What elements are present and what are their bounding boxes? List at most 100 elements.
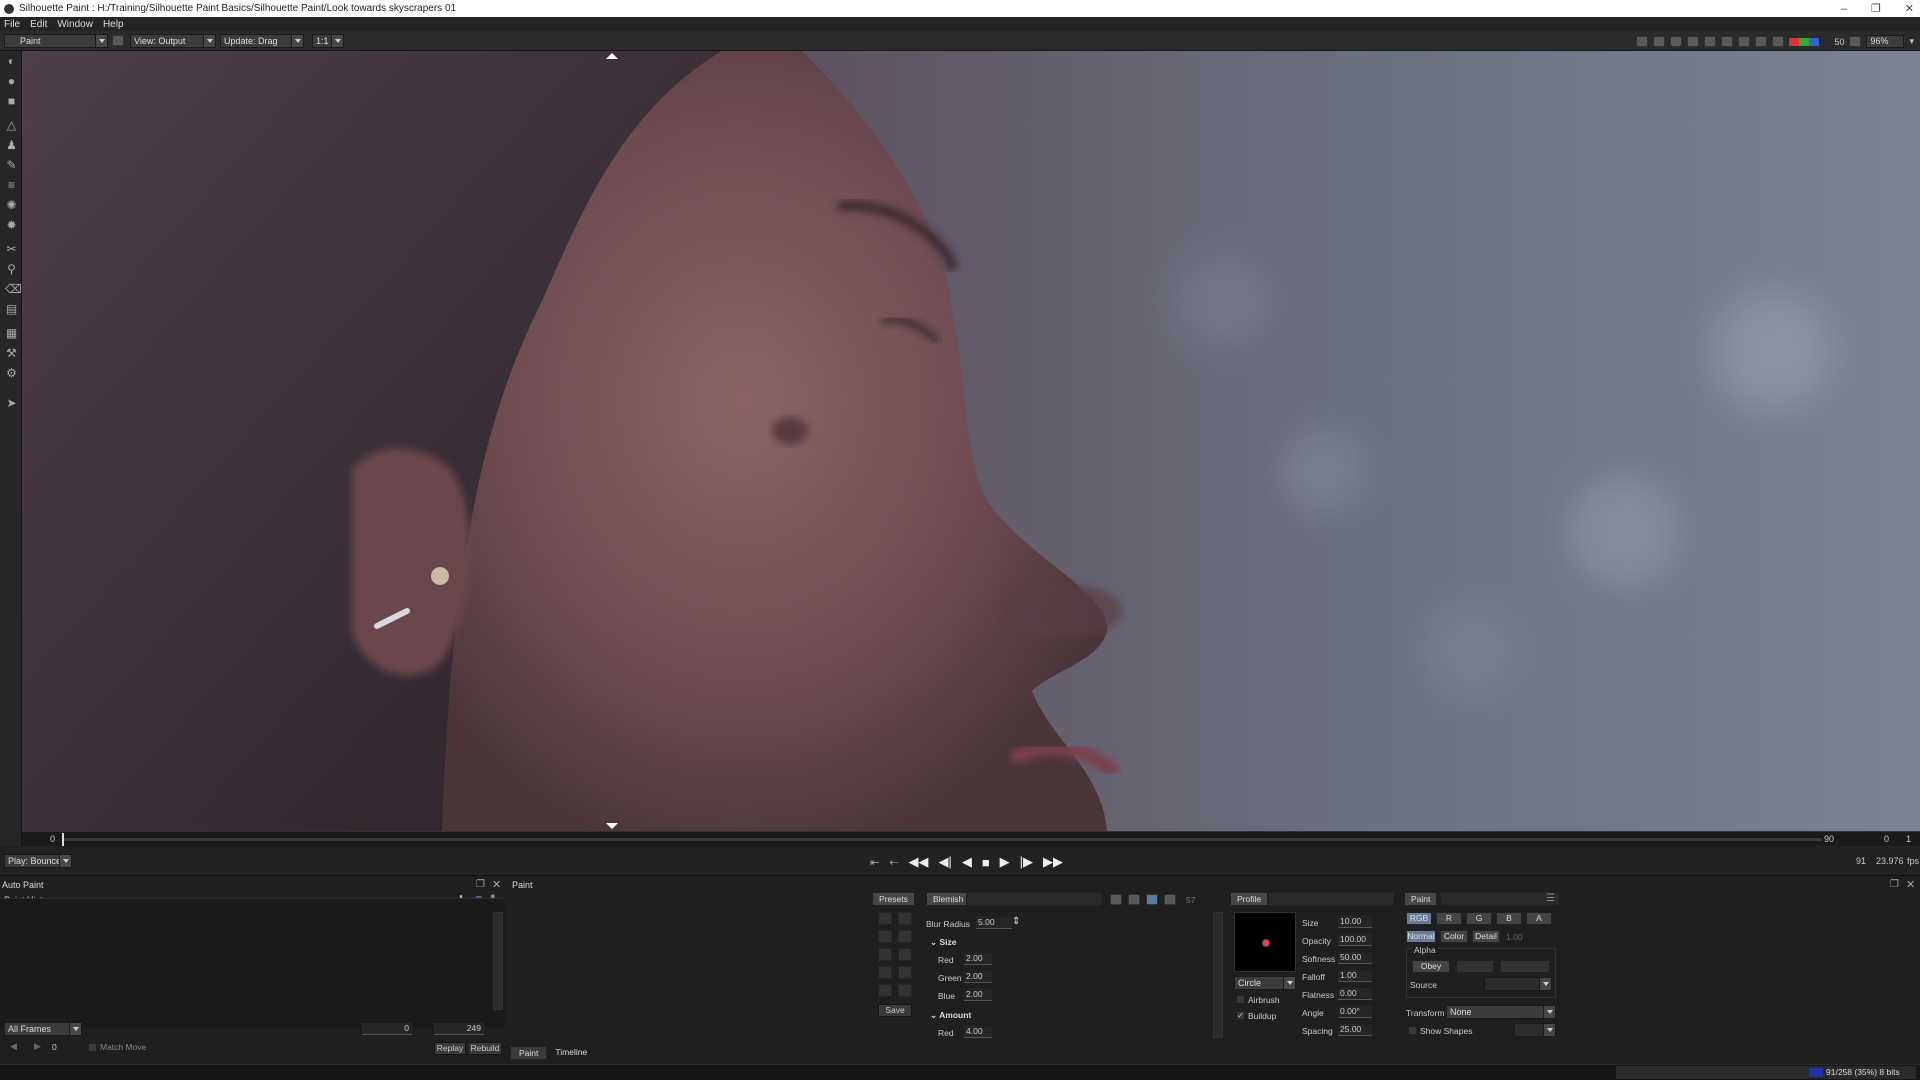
channel-color-icon[interactable] [1789, 37, 1820, 46]
view-dropdown[interactable]: View: Output [130, 34, 216, 48]
obey-button[interactable]: Obey [1412, 960, 1450, 973]
tool-icon[interactable] [1110, 894, 1122, 905]
playhead[interactable] [62, 833, 64, 846]
clone-stamp-icon[interactable]: ♟ [5, 139, 18, 152]
eraser-icon[interactable]: ⌫ [5, 283, 22, 296]
update-dropdown[interactable]: Update: Drag [220, 34, 304, 48]
blur-radius-field[interactable]: 5.00 [976, 917, 1012, 929]
image-icon[interactable] [1772, 36, 1785, 47]
channel-a-button[interactable]: A [1526, 912, 1552, 925]
proxy-icon[interactable] [1738, 36, 1751, 47]
fps-value[interactable]: 23.976 [1876, 856, 1904, 866]
brush-icon[interactable]: ✎ [5, 159, 18, 172]
play-mode-dropdown[interactable]: Play: Bounce [4, 854, 72, 868]
dropper-icon[interactable]: ⚲ [5, 263, 18, 276]
channel-g-button[interactable]: G [1466, 912, 1492, 925]
tab-profile[interactable]: Profile [1230, 892, 1269, 906]
preset-slot[interactable] [878, 966, 892, 979]
channel-r-button[interactable]: R [1436, 912, 1462, 925]
smear-icon[interactable]: ≡ [5, 179, 18, 192]
minimize-button[interactable]: – [1841, 3, 1847, 15]
size-blue-field[interactable]: 2.00 [964, 989, 992, 1001]
timeline-track[interactable] [62, 838, 1822, 841]
menu-window[interactable]: Window [57, 19, 93, 30]
mode-dropdown[interactable]: Paint [4, 34, 108, 48]
params-scrollbar[interactable] [1213, 912, 1223, 1038]
stop-icon[interactable]: ■ [982, 855, 990, 870]
stepper-icon[interactable]: ⇕ [1012, 916, 1020, 927]
preset-slot[interactable] [898, 984, 912, 997]
panel-menu-icon[interactable]: ☰ [1546, 893, 1555, 904]
normal-mode-button[interactable]: Normal [1406, 930, 1436, 943]
tab-paint-channels[interactable]: Paint [1404, 892, 1438, 906]
float-panel-icon[interactable]: ❐ [476, 879, 485, 890]
globe-icon[interactable]: ● [5, 75, 18, 88]
fit-icon[interactable] [1721, 36, 1734, 47]
show-shapes-checkbox[interactable] [1408, 1026, 1417, 1035]
overlay-icon[interactable] [112, 35, 124, 46]
grid-icon[interactable]: ▦ [5, 327, 18, 340]
detail-mode-button[interactable]: Detail [1472, 930, 1500, 943]
preset-slot[interactable] [898, 948, 912, 961]
save-preset-button[interactable]: Save [878, 1004, 912, 1017]
prev-key-icon[interactable]: ⇠ [889, 856, 898, 869]
tool-icon[interactable] [1164, 894, 1176, 905]
sharpen-icon[interactable]: ✹ [5, 219, 18, 232]
range-start-field[interactable]: 0 [362, 1023, 412, 1035]
zoom-icon[interactable] [1687, 36, 1700, 47]
go-start-icon[interactable]: ⇤ [870, 856, 879, 869]
spacing-field[interactable]: 25.00 [1338, 1024, 1372, 1036]
next-frame-icon[interactable]: ▶ [34, 1041, 41, 1052]
restore-button[interactable]: ❐ [1871, 2, 1881, 15]
channel-rgb-button[interactable]: RGB [1406, 912, 1432, 925]
blur-icon[interactable]: ✺ [5, 199, 18, 212]
region-icon[interactable] [1704, 36, 1717, 47]
preset-slot[interactable] [878, 984, 892, 997]
frame-field[interactable]: 0 [52, 1042, 57, 1052]
buildup-checkbox[interactable]: ✓ [1236, 1011, 1245, 1020]
menu-help[interactable]: Help [103, 19, 124, 30]
alpha-option-button[interactable] [1500, 960, 1550, 973]
range-end-field[interactable]: 249 [434, 1023, 484, 1035]
fast-forward-icon[interactable]: ▶▶ [1043, 854, 1063, 870]
image-viewer[interactable] [22, 51, 1920, 831]
brush-shape-dropdown[interactable]: Circle [1234, 976, 1296, 990]
zoom-dropdown[interactable]: 96% [1866, 35, 1905, 48]
source-dropdown[interactable] [1484, 977, 1552, 991]
replay-button[interactable]: Replay [434, 1042, 466, 1055]
pointer-icon[interactable]: ➤ [5, 397, 18, 410]
contrast-icon[interactable]: ◐ [5, 55, 18, 68]
tab-timeline[interactable]: Timeline [547, 1046, 595, 1060]
camera-icon[interactable] [1636, 36, 1649, 47]
prev-frame-icon[interactable]: ◀ [10, 1041, 17, 1052]
scissors-icon[interactable]: ✂ [5, 243, 18, 256]
tab-blemish[interactable]: Blemish [926, 892, 971, 906]
preset-slot[interactable] [898, 912, 912, 925]
tool-icon[interactable] [1146, 894, 1158, 905]
size-section-header[interactable]: ⌄ Size [930, 937, 957, 948]
gear-icon[interactable]: ⚙ [5, 367, 18, 380]
falloff-field[interactable]: 1.00 [1338, 970, 1372, 982]
current-frame[interactable]: 91 [1856, 856, 1866, 866]
play-reverse-icon[interactable]: ◀ [962, 854, 972, 870]
step-back-icon[interactable]: ◀| [938, 854, 951, 870]
close-panel-icon[interactable]: ✕ [1906, 878, 1915, 891]
airbrush-checkbox[interactable] [1236, 995, 1245, 1004]
close-button[interactable]: ✕ [1905, 2, 1914, 15]
opacity-field[interactable]: 100.00 [1338, 934, 1372, 946]
compare-icon[interactable] [1670, 36, 1683, 47]
preset-slot[interactable] [878, 930, 892, 943]
flatness-field[interactable]: 0.00 [1338, 988, 1372, 1000]
angle-field[interactable]: 0.00° [1338, 1006, 1372, 1018]
size-green-field[interactable]: 2.00 [964, 971, 992, 983]
play-icon[interactable]: ▶ [1000, 854, 1010, 870]
preset-slot[interactable] [878, 948, 892, 961]
size-field[interactable]: 10.00 [1338, 916, 1372, 928]
triangle-icon[interactable]: △ [5, 119, 18, 132]
wrench-icon[interactable]: ⚒ [5, 347, 18, 360]
alpha-option-button[interactable] [1456, 960, 1494, 973]
timeline-scrubber[interactable]: 0 90 0 1 [22, 831, 1920, 846]
preset-slot[interactable] [898, 966, 912, 979]
rebuild-button[interactable]: Rebuild [468, 1042, 502, 1055]
float-panel-icon[interactable]: ❐ [1890, 879, 1899, 890]
